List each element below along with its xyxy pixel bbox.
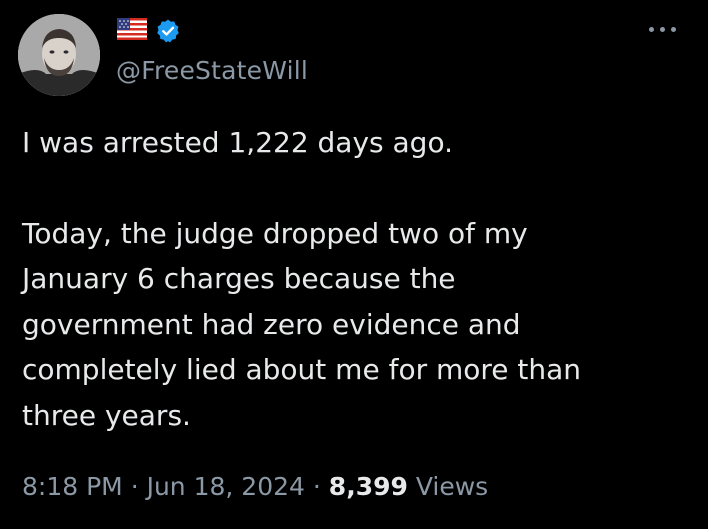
tweet-line: completely lied about me for more than — [22, 353, 582, 386]
verified-badge-icon[interactable] — [155, 18, 181, 44]
us-flag-icon — [117, 18, 147, 40]
meta-separator: · — [312, 472, 321, 501]
avatar-image — [18, 14, 100, 96]
tweet-line: January 6 charges because the — [22, 262, 456, 295]
meta-separator: · — [130, 472, 139, 501]
tweet-line: I was arrested 1,222 days ago. — [22, 126, 453, 159]
tweet-meta: 8:18 PM · Jun 18, 2024 · 8,399 Views — [22, 472, 488, 501]
more-options-icon[interactable] — [648, 22, 678, 36]
tweet-line: government had zero evidence and — [22, 307, 521, 341]
tweet-time[interactable]: 8:18 PM — [22, 472, 123, 501]
tweet-line: three years. — [22, 398, 191, 432]
tweet-date[interactable]: Jun 18, 2024 — [147, 472, 305, 501]
avatar[interactable] — [18, 14, 100, 96]
views-count[interactable]: 8,399 — [329, 472, 408, 501]
views-label: Views — [415, 472, 489, 501]
tweet-line: Today, the judge dropped two of my — [22, 216, 528, 250]
tweet-text: I was arrested 1,222 days ago. Today, th… — [22, 120, 682, 438]
tweet: @FreeStateWill I was arrested 1,222 days… — [0, 0, 708, 529]
author-handle[interactable]: @FreeStateWill — [116, 56, 308, 85]
